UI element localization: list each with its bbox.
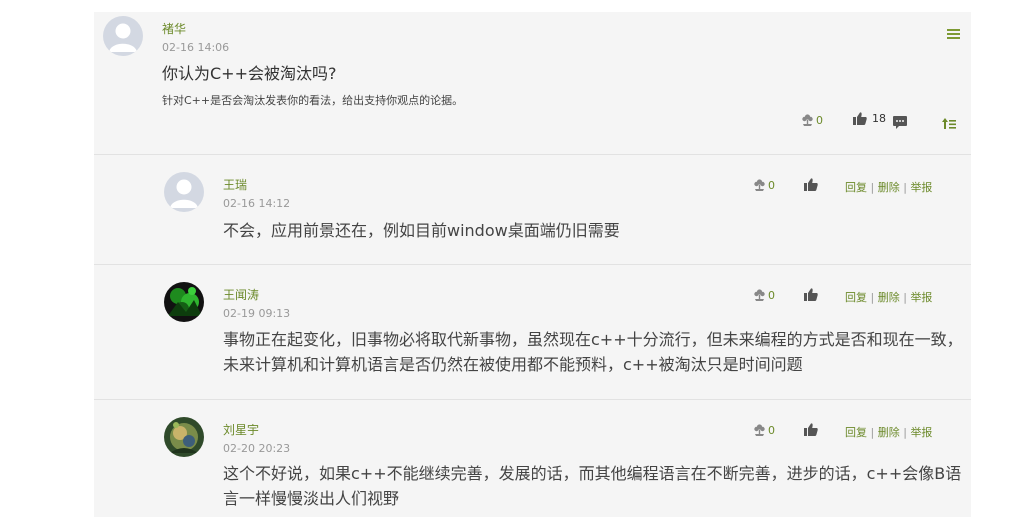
like-button[interactable]: 18 — [853, 112, 886, 125]
avatar[interactable] — [164, 282, 204, 322]
reply-author[interactable]: 王闻涛 — [223, 288, 259, 302]
flower-count: 0 — [768, 178, 775, 192]
report-link[interactable]: 举报 — [910, 426, 932, 439]
flower-count: 0 — [768, 423, 775, 437]
flower-icon — [754, 179, 765, 191]
flower-button[interactable]: 0 — [753, 423, 775, 437]
reply-link[interactable]: 回复 — [845, 426, 867, 439]
report-link[interactable]: 举报 — [910, 181, 932, 194]
reply-links: 回复 | 删除 | 举报 — [845, 426, 933, 439]
reply-item: 刘星宇 02-20 20:23 这个不好说，如果c++不能继续完善，发展的话，而… — [94, 400, 971, 517]
like-count: 18 — [872, 112, 886, 125]
reply-text: 事物正在起变化，旧事物必将取代新事物，虽然现在c++十分流行，但未来编程的方式是… — [223, 330, 963, 374]
reply-author[interactable]: 王瑞 — [223, 178, 247, 192]
main-post: 褚华 02-16 14:06 你认为C++会被淘汰吗? 针对C++是否会淘汰发表… — [94, 12, 971, 155]
thumbs-up-icon — [804, 178, 818, 191]
reply-text: 不会，应用前景还在，例如目前window桌面端仍旧需要 — [223, 221, 620, 240]
delete-link[interactable]: 删除 — [878, 181, 900, 194]
avatar[interactable] — [103, 16, 143, 56]
comment-icon — [893, 116, 907, 129]
delete-link[interactable]: 删除 — [878, 426, 900, 439]
post-description: 针对C++是否会淘汰发表你的看法，给出支持你观点的论据。 — [162, 94, 464, 107]
flower-button[interactable]: 0 — [753, 178, 775, 192]
post-title: 你认为C++会被淘汰吗? — [162, 64, 337, 83]
reply-links: 回复 | 删除 | 举报 — [845, 291, 933, 304]
comment-button[interactable] — [893, 116, 907, 129]
reply-item: 王闻涛 02-19 09:13 事物正在起变化，旧事物必将取代新事物，虽然现在c… — [94, 265, 971, 400]
flower-count: 0 — [768, 288, 775, 302]
thumbs-up-icon — [804, 288, 818, 301]
report-link[interactable]: 举报 — [910, 291, 932, 304]
flower-button[interactable]: 0 — [753, 288, 775, 302]
flower-icon — [754, 289, 765, 301]
flower-icon — [802, 114, 813, 126]
avatar[interactable] — [164, 417, 204, 457]
reply-date: 02-20 20:23 — [223, 442, 291, 455]
reply-date: 02-16 14:12 — [223, 197, 291, 210]
like-button[interactable] — [804, 288, 818, 301]
thumbs-up-icon — [853, 112, 867, 125]
reply-author[interactable]: 刘星宇 — [223, 423, 259, 437]
comment-thread: 褚华 02-16 14:06 你认为C++会被淘汰吗? 针对C++是否会淘汰发表… — [94, 12, 971, 517]
post-date: 02-16 14:06 — [162, 41, 230, 54]
flower-count: 0 — [816, 113, 823, 127]
reply-link[interactable]: 回复 — [845, 181, 867, 194]
flower-button[interactable]: 0 — [801, 113, 823, 127]
thumbs-up-icon — [804, 423, 818, 436]
flower-icon — [754, 424, 765, 436]
sort-top-button[interactable] — [942, 118, 956, 129]
delete-link[interactable]: 删除 — [878, 291, 900, 304]
like-button[interactable] — [804, 423, 818, 436]
post-author[interactable]: 褚华 — [162, 22, 186, 36]
menu-icon[interactable] — [947, 29, 960, 40]
reply-links: 回复 | 删除 | 举报 — [845, 181, 933, 194]
reply-link[interactable]: 回复 — [845, 291, 867, 304]
avatar[interactable] — [164, 172, 204, 212]
reply-item: 王瑞 02-16 14:12 不会，应用前景还在，例如目前window桌面端仍旧… — [94, 155, 971, 265]
sort-top-icon — [942, 118, 956, 129]
reply-date: 02-19 09:13 — [223, 307, 291, 320]
like-button[interactable] — [804, 178, 818, 191]
reply-text: 这个不好说，如果c++不能继续完善，发展的话，而其他编程语言在不断完善，进步的话… — [223, 464, 962, 508]
